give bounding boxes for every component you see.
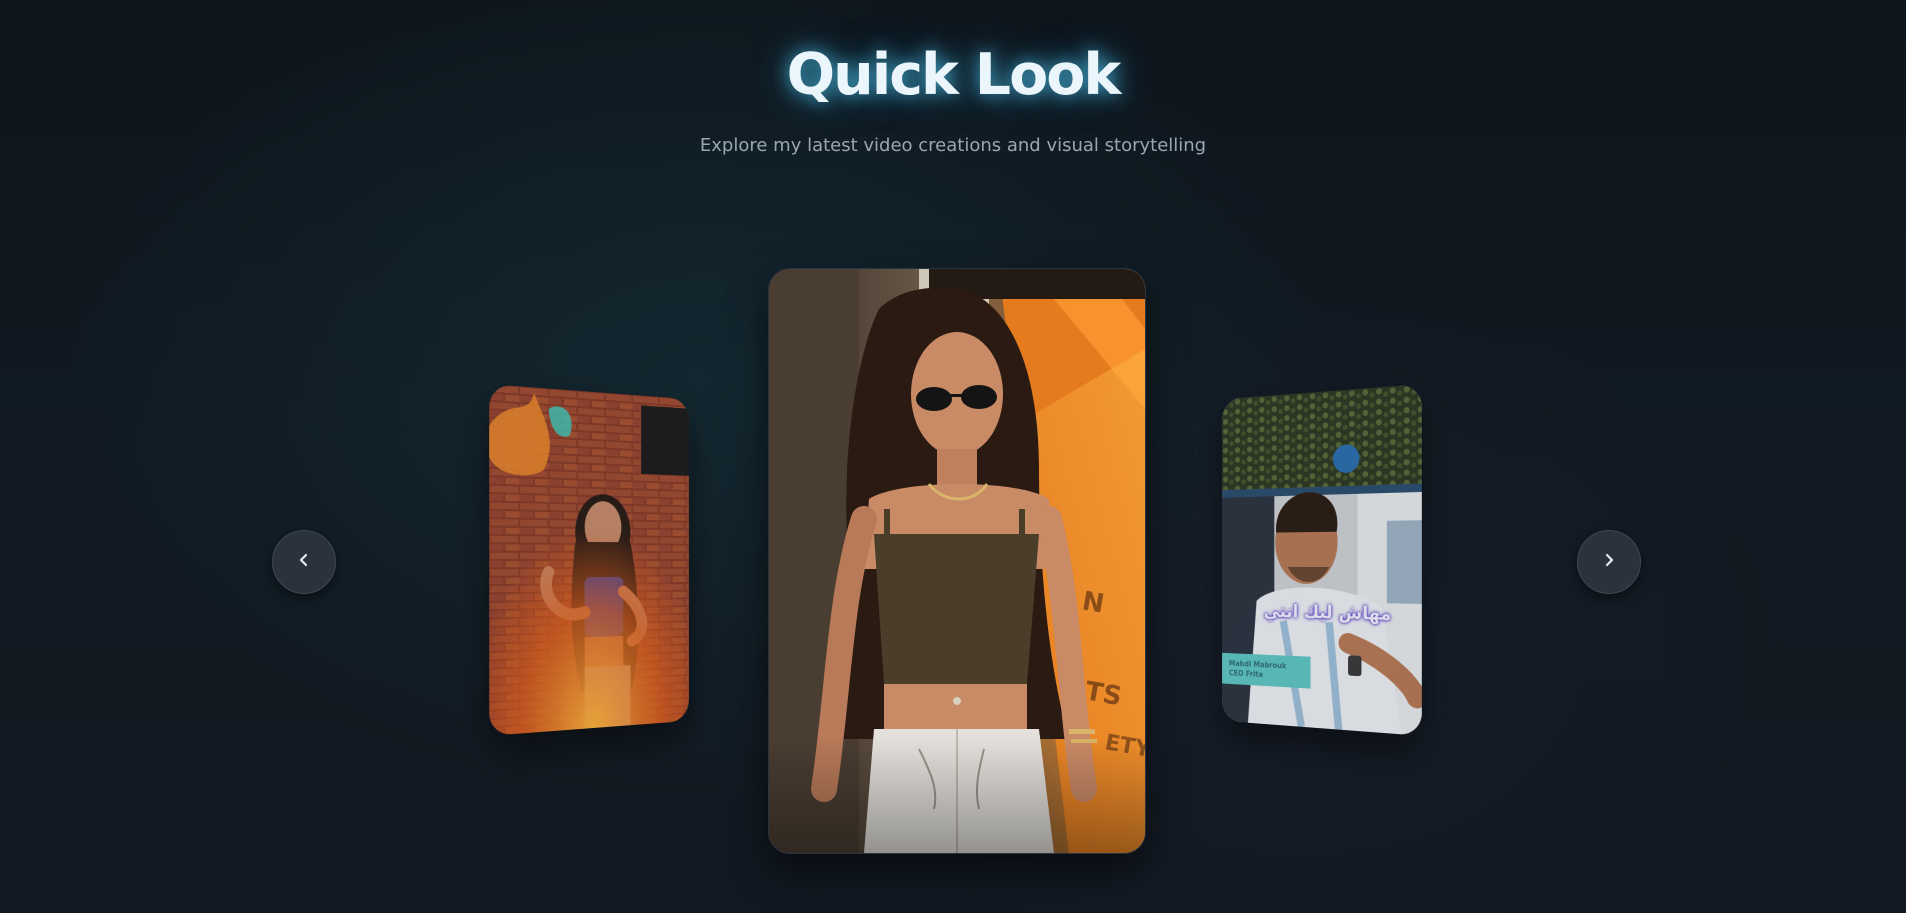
- chevron-left-icon: [296, 552, 312, 572]
- carousel-next-button[interactable]: [1577, 530, 1641, 594]
- carousel-slide-left[interactable]: [489, 384, 689, 736]
- carousel-prev-button[interactable]: [272, 530, 336, 594]
- lower-third-tag: Mahdi Mabrouk CEO Frita: [1222, 653, 1310, 689]
- video-thumbnail: [489, 384, 689, 736]
- chevron-right-icon: [1601, 552, 1617, 572]
- video-thumbnail: N TS ETY: [769, 269, 1145, 853]
- section-title: Quick Look: [0, 42, 1906, 108]
- section-subtitle: Explore my latest video creations and vi…: [0, 135, 1906, 156]
- carousel-slide-center[interactable]: N TS ETY: [768, 268, 1146, 854]
- quick-look-section: Quick Look Explore my latest video creat…: [0, 0, 1906, 913]
- carousel-slide-right[interactable]: مهاش ليك انتي Mahdi Mabrouk CEO Frita: [1222, 384, 1422, 736]
- video-caption: مهاش ليك انتي: [1264, 601, 1392, 625]
